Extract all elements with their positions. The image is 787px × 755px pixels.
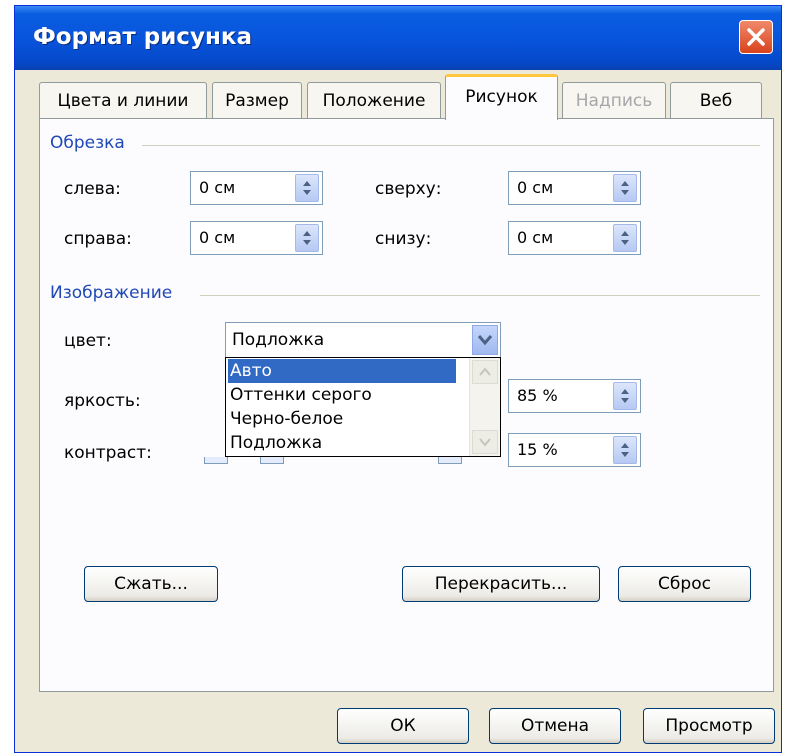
spin-arrows-icon[interactable] <box>295 174 319 202</box>
scroll-down-icon[interactable] <box>472 430 498 454</box>
color-select-value: Подложка <box>232 330 325 350</box>
close-button[interactable] <box>739 20 773 54</box>
spin-arrows-icon[interactable] <box>613 174 637 202</box>
contrast-value: 15 % <box>517 440 558 459</box>
picture-tab-panel: Обрезка слева: 0 см сверху: 0 см справа:… <box>39 118 774 692</box>
contrast-label: контраст: <box>64 443 152 463</box>
cancel-button[interactable]: Отмена <box>489 708 621 744</box>
option-auto[interactable]: Авто <box>228 359 456 383</box>
color-label: цвет: <box>64 331 112 351</box>
crop-bottom-label: снизу: <box>375 229 432 249</box>
spin-arrows-icon[interactable] <box>295 224 319 252</box>
crop-right-spinner[interactable]: 0 см <box>190 221 323 255</box>
tab-size[interactable]: Размер <box>212 82 302 118</box>
dropdown-scrollbar[interactable] <box>469 358 500 456</box>
option-watermark[interactable]: Подложка <box>228 431 456 455</box>
crop-bottom-spinner[interactable]: 0 см <box>508 221 641 255</box>
chevron-down-icon <box>477 335 493 346</box>
recolor-button[interactable]: Перекрасить... <box>402 566 600 602</box>
brightness-value: 85 % <box>517 386 558 405</box>
compress-button[interactable]: Сжать... <box>84 566 218 602</box>
crop-group-label: Обрезка <box>50 133 125 153</box>
dialog-title: Формат рисунка <box>33 24 252 50</box>
crop-left-label: слева: <box>64 179 121 199</box>
crop-group-divider <box>142 145 760 146</box>
title-bar[interactable]: Формат рисунка <box>15 6 781 70</box>
crop-left-value: 0 см <box>199 178 236 197</box>
image-group-divider <box>200 295 760 296</box>
tab-text-box: Надпись <box>562 82 666 118</box>
hidden-control-edge <box>204 457 228 464</box>
preview-button[interactable]: Просмотр <box>643 708 775 744</box>
close-icon <box>747 28 765 46</box>
crop-top-spinner[interactable]: 0 см <box>508 171 641 205</box>
hidden-control-edge <box>260 457 284 464</box>
tab-position[interactable]: Положение <box>307 82 441 118</box>
spin-arrows-icon[interactable] <box>613 224 637 252</box>
reset-button[interactable]: Сброс <box>618 566 751 602</box>
crop-bottom-value: 0 см <box>517 228 554 247</box>
format-picture-dialog: Формат рисунка Цвета и линии Размер Поло… <box>14 5 782 753</box>
option-grayscale[interactable]: Оттенки серого <box>228 383 456 407</box>
crop-top-label: сверху: <box>375 179 442 199</box>
brightness-spinner[interactable]: 85 % <box>508 379 641 413</box>
option-black-white[interactable]: Черно-белое <box>228 407 456 431</box>
crop-right-value: 0 см <box>199 228 236 247</box>
hidden-control-edge <box>438 457 462 464</box>
spin-arrows-icon[interactable] <box>613 382 637 410</box>
tab-colors-lines[interactable]: Цвета и линии <box>39 82 207 118</box>
crop-left-spinner[interactable]: 0 см <box>190 171 323 205</box>
tab-picture[interactable]: Рисунок <box>445 74 558 120</box>
contrast-spinner[interactable]: 15 % <box>508 433 641 467</box>
image-group-label: Изображение <box>50 283 173 303</box>
scroll-up-icon[interactable] <box>472 360 498 384</box>
ok-button[interactable]: ОК <box>337 708 469 744</box>
color-select[interactable]: Подложка <box>225 322 501 358</box>
crop-right-label: справа: <box>64 229 132 249</box>
spin-arrows-icon[interactable] <box>613 436 637 464</box>
dropdown-button[interactable] <box>472 325 498 355</box>
color-dropdown-list[interactable]: Авто Оттенки серого Черно-белое Подложка <box>225 357 501 457</box>
brightness-label: яркость: <box>64 391 141 411</box>
tab-web[interactable]: Веб <box>670 82 762 118</box>
crop-top-value: 0 см <box>517 178 554 197</box>
